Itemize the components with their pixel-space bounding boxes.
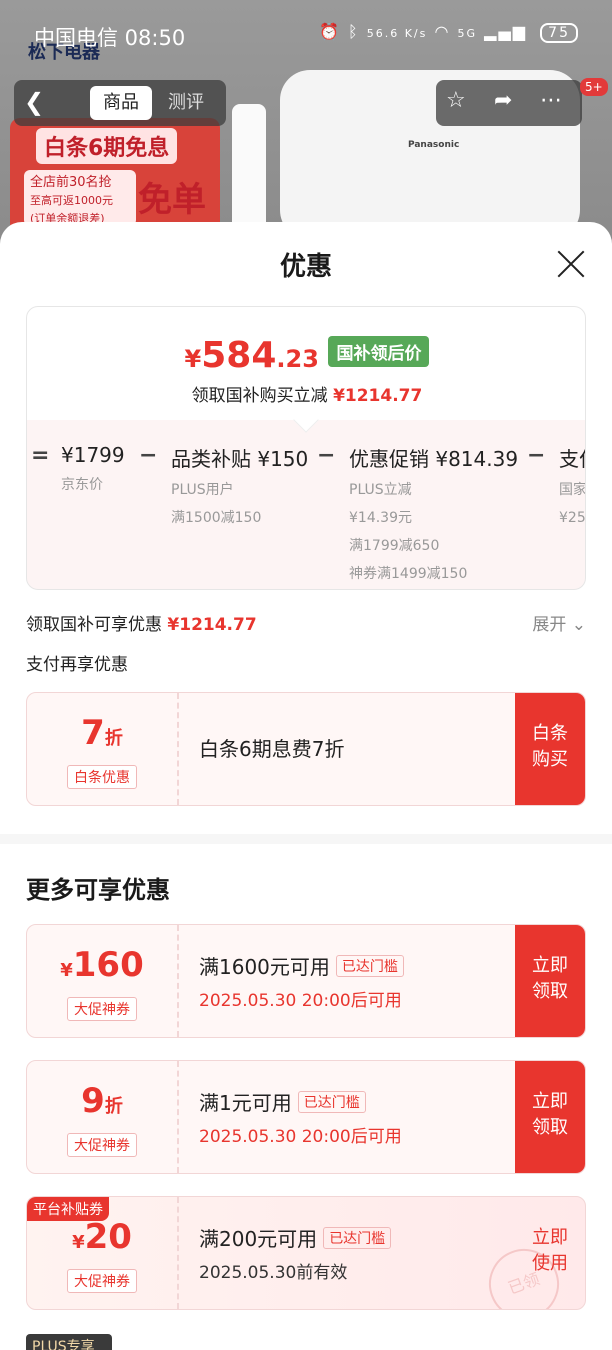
price-calculation: = ¥1799 京东价 − 品类补贴 ¥150 PLUS用户 满1500减150 … bbox=[27, 439, 586, 589]
carrier-time: 中国电信 08:50 bbox=[34, 26, 186, 50]
tab-review[interactable]: 测评 bbox=[168, 86, 204, 120]
alarm-icon: ⏰ bbox=[319, 22, 341, 41]
more-discounts-title: 更多可享优惠 bbox=[26, 876, 170, 904]
calc-item-category-subsidy: 品类补贴 ¥150 PLUS用户 满1500减150 bbox=[171, 447, 309, 526]
use-button[interactable]: 立即 使用 bbox=[515, 1197, 585, 1309]
cart-badge: 5+ bbox=[580, 78, 608, 96]
section-divider bbox=[0, 834, 612, 844]
equals-sign: = bbox=[31, 443, 50, 468]
platform-subsidy-tag: 平台补贴券 bbox=[27, 1197, 109, 1221]
minus-sign: − bbox=[139, 443, 158, 468]
banner-free: 免单 bbox=[138, 180, 206, 220]
calc-item-payment: 支付 国家¥25 bbox=[559, 447, 586, 526]
gov-subsidy-line: 领取国补可享优惠 ¥1214.77 bbox=[26, 615, 257, 635]
baitiao-coupon: 7折 白条优惠 白条6期息费7折 白条 购买 bbox=[26, 692, 586, 806]
star-icon[interactable]: ☆ bbox=[446, 88, 466, 113]
expand-button[interactable]: 展开 ⌄ bbox=[532, 610, 586, 635]
plus-exclusive-tag: PLUS专享 bbox=[26, 1334, 112, 1350]
claim-button[interactable]: 立即 领取 bbox=[515, 925, 585, 1037]
battery-indicator: 75 bbox=[540, 23, 578, 43]
network-text: 5G bbox=[457, 27, 478, 40]
discount-sheet: 优惠 ¥584.23 国补领后价 领取国补购买立减 ¥1214.77 = ¥17… bbox=[0, 222, 612, 1350]
price-breakdown: ¥584.23 国补领后价 领取国补购买立减 ¥1214.77 = ¥1799 … bbox=[26, 306, 586, 590]
close-icon[interactable] bbox=[554, 246, 588, 280]
price-tag: 国补领后价 bbox=[328, 336, 430, 367]
wifi-icon: ◠ bbox=[434, 22, 451, 41]
sheet-title: 优惠 bbox=[279, 252, 332, 282]
calc-item-jd-price: ¥1799 京东价 bbox=[61, 443, 125, 493]
banner-subtext: 全店前30名抢 至高可返1000元 (订单余额退差) bbox=[24, 170, 136, 226]
status-bar: 中国电信 08:50 ⏰ ᛒ 56.6 K/s ◠ 5G ▂▄▆ 75 bbox=[0, 0, 612, 70]
subprice-line: 领取国补购买立减 ¥1214.77 bbox=[191, 386, 423, 406]
claim-button[interactable]: 立即 领取 bbox=[515, 1061, 585, 1173]
top-actions: ☆ ➦ ⋯ 5+ bbox=[436, 78, 608, 126]
back-icon[interactable]: ❮ bbox=[24, 88, 44, 116]
minus-sign: − bbox=[317, 443, 336, 468]
coupon-item: 9折 大促神券 满1元可用 已达门槛 2025.05.30 20:00后可用 立即… bbox=[26, 1060, 586, 1174]
banner-title: 白条6期免息 bbox=[36, 128, 178, 164]
coupon-item: ¥20 大促神券 平台补贴券 满200元可用 已达门槛 2025.05.30前有效… bbox=[26, 1196, 586, 1310]
baitiao-buy-button[interactable]: 白条 购买 bbox=[515, 693, 585, 805]
more-icon[interactable]: ⋯ bbox=[540, 88, 562, 113]
signal-icon: ▂▄▆ bbox=[484, 22, 528, 41]
pay-discount-label: 支付再享优惠 bbox=[26, 655, 128, 675]
tab-product[interactable]: 商品 bbox=[90, 86, 152, 120]
final-price: ¥584.23 国补领后价 bbox=[27, 335, 585, 376]
chevron-down-icon: ⌄ bbox=[571, 615, 586, 635]
top-nav: ❮ 商品 测评 bbox=[14, 80, 226, 126]
coupon-item: ¥160 大促神券 满1600元可用 已达门槛 2025.05.30 20:00后… bbox=[26, 924, 586, 1038]
calc-item-promotion: 优惠促销 ¥814.39 PLUS立减 ¥14.39元 满1799减650 神券满14… bbox=[349, 447, 519, 582]
speed-text: 56.6 K/s bbox=[366, 27, 428, 40]
caret-pointer bbox=[293, 407, 319, 433]
promo-banner: 白条6期免息 全店前30名抢 至高可返1000元 (订单余额退差) 免单 bbox=[10, 118, 220, 233]
bluetooth-icon: ᛒ bbox=[348, 22, 360, 41]
minus-sign: − bbox=[527, 443, 546, 468]
status-icons: ⏰ ᛒ 56.6 K/s ◠ 5G ▂▄▆ 75 bbox=[319, 22, 578, 43]
share-icon[interactable]: ➦ bbox=[494, 88, 512, 113]
